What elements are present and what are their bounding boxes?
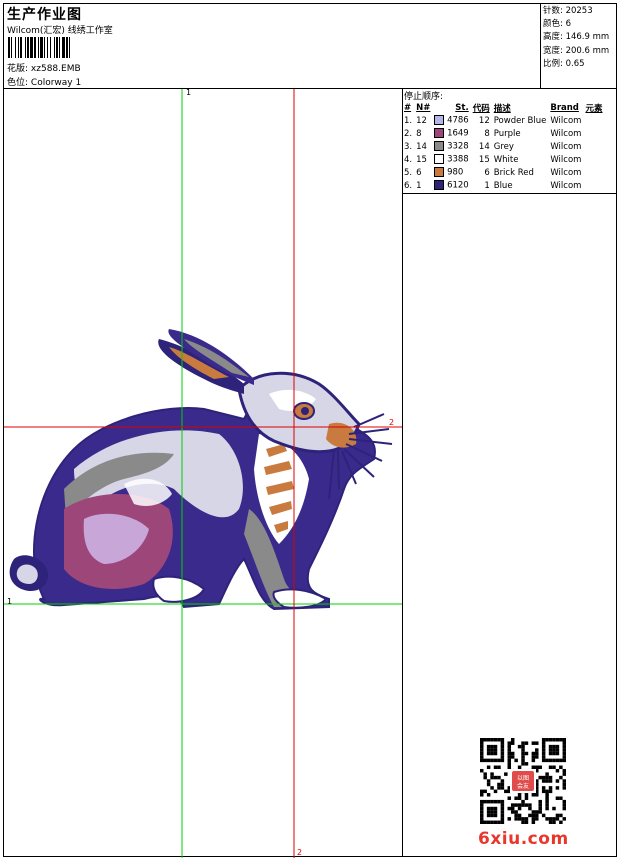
stat-scale: 比例: 0.65 bbox=[543, 58, 585, 69]
col-brand: Brand bbox=[550, 102, 579, 113]
seal-text-top: 以图 bbox=[517, 775, 529, 782]
row-index: 1. bbox=[404, 115, 413, 126]
col-needle: N# bbox=[416, 102, 431, 113]
table-row: 6. 1 6120 1 Blue Wilcom bbox=[402, 179, 604, 192]
design-label: 花版: bbox=[7, 64, 29, 74]
row-needle: 8 bbox=[416, 128, 422, 139]
row-needle: 12 bbox=[416, 115, 427, 126]
color-swatch-icon bbox=[434, 167, 445, 178]
row-needle: 1 bbox=[416, 180, 422, 191]
green-guide-top-label: 1 bbox=[186, 88, 192, 97]
colorway-line: 色位: Colorway 1 bbox=[7, 75, 81, 88]
table-row: 5. 6 980 6 Brick Red Wilcom bbox=[402, 166, 604, 179]
red-guide-right-label: 2 bbox=[389, 418, 395, 427]
color-swatch-icon bbox=[434, 128, 445, 139]
col-element: 元素 bbox=[585, 103, 603, 114]
colorway-name: Colorway 1 bbox=[30, 78, 82, 88]
color-swatch-icon bbox=[434, 154, 445, 165]
row-brand: Wilcom bbox=[550, 180, 582, 191]
row-code: 1 bbox=[484, 180, 490, 191]
row-code: 15 bbox=[478, 154, 490, 165]
table-header-row: # N# St. 代码 描述 Brand 元素 bbox=[402, 101, 604, 114]
row-description: Grey bbox=[493, 141, 514, 152]
design-stats: 针数: 20253 颜色: 6 高度: 146.9 mm 宽度: 200.6 m… bbox=[543, 5, 609, 71]
row-description: Powder Blue bbox=[493, 115, 547, 126]
row-description: Brick Red bbox=[493, 167, 534, 178]
barcode-icon bbox=[8, 37, 70, 58]
row-element bbox=[583, 166, 604, 179]
site-watermark: 6xiu.com bbox=[478, 829, 569, 849]
row-stitches: 980 bbox=[432, 166, 470, 179]
row-brand: Wilcom bbox=[550, 167, 582, 178]
table-row: 1. 12 4786 12 Powder Blue Wilcom bbox=[402, 114, 604, 127]
row-stitches: 6120 bbox=[432, 179, 470, 192]
row-code: 14 bbox=[478, 141, 490, 152]
sidebar-divider bbox=[402, 88, 403, 857]
color-swatch-icon bbox=[434, 115, 445, 126]
color-swatch-icon bbox=[434, 141, 445, 152]
row-code: 8 bbox=[484, 128, 490, 139]
stat-height: 高度: 146.9 mm bbox=[543, 32, 610, 43]
row-stitches: 1649 bbox=[432, 127, 470, 140]
table-row: 2. 8 1649 8 Purple Wilcom bbox=[402, 127, 604, 140]
row-brand: Wilcom bbox=[550, 154, 582, 165]
row-element bbox=[583, 114, 604, 127]
stat-width: 宽度: 200.6 mm bbox=[543, 45, 610, 56]
row-element bbox=[583, 179, 604, 192]
stat-stitches: 针数: 20253 bbox=[543, 6, 593, 16]
design-file-line: 花版: xz588.EMB bbox=[7, 61, 81, 74]
table-row: 4. 15 3388 15 White Wilcom bbox=[402, 153, 604, 166]
row-needle: 14 bbox=[416, 141, 427, 152]
seal-text-bottom: 会友 bbox=[517, 782, 529, 790]
design-canvas bbox=[4, 89, 402, 858]
green-guide-left-label: 1 bbox=[7, 597, 13, 606]
page-title: 生产作业图 bbox=[7, 7, 82, 23]
color-swatch-icon bbox=[434, 180, 445, 191]
design-filename: xz588.EMB bbox=[30, 64, 81, 74]
company-name: Wilcom(汇宏) 线绣工作室 bbox=[7, 26, 113, 36]
red-guide-bottom-label: 2 bbox=[297, 848, 303, 857]
row-stitches: 3388 bbox=[432, 153, 470, 166]
row-description: Blue bbox=[493, 180, 513, 191]
col-code: 代码 bbox=[472, 103, 490, 114]
colorway-label: 色位: bbox=[7, 78, 29, 88]
row-index: 3. bbox=[404, 141, 413, 152]
row-index: 5. bbox=[404, 167, 413, 178]
row-brand: Wilcom bbox=[550, 128, 582, 139]
row-code: 6 bbox=[484, 167, 490, 178]
row-element bbox=[583, 127, 604, 140]
row-stitches: 3328 bbox=[432, 140, 470, 153]
col-index: # bbox=[404, 102, 412, 113]
table-bottom-line bbox=[402, 193, 617, 194]
row-element bbox=[583, 140, 604, 153]
row-description: White bbox=[493, 154, 519, 165]
rabbit-embroidery-icon bbox=[9, 329, 393, 611]
col-description: 描述 bbox=[493, 103, 511, 114]
seal-icon: 以图 会友 bbox=[510, 769, 536, 793]
row-needle: 6 bbox=[416, 167, 422, 178]
row-brand: Wilcom bbox=[550, 141, 582, 152]
row-index: 4. bbox=[404, 154, 413, 165]
table-row: 3. 14 3328 14 Grey Wilcom bbox=[402, 140, 604, 153]
row-code: 12 bbox=[478, 115, 490, 126]
row-brand: Wilcom bbox=[550, 115, 582, 126]
row-needle: 15 bbox=[416, 154, 427, 165]
row-stitches: 4786 bbox=[432, 114, 470, 127]
stat-colors: 颜色: 6 bbox=[543, 19, 571, 30]
row-description: Purple bbox=[493, 128, 521, 139]
row-index: 2. bbox=[404, 128, 413, 139]
row-index: 6. bbox=[404, 180, 413, 191]
qr-code-icon: 以图 会友 bbox=[480, 738, 566, 824]
color-sequence-table: # N# St. 代码 描述 Brand 元素 1. 12 4786 12 Powde… bbox=[402, 101, 604, 192]
stats-divider bbox=[540, 3, 541, 88]
row-element bbox=[583, 153, 604, 166]
col-stitches: St. bbox=[455, 102, 469, 113]
